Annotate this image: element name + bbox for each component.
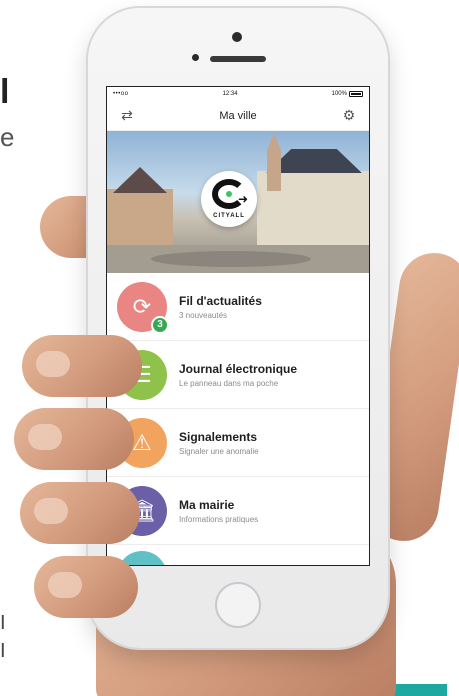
- home-button[interactable]: [215, 582, 261, 628]
- menu-item-title: Signalements: [179, 429, 258, 444]
- cityall-logo: ➜ CITYALL: [201, 171, 257, 227]
- earpiece-speaker: [210, 56, 266, 62]
- battery-icon: [348, 91, 363, 97]
- navigation-bar: ⇄ Ma ville ⚙: [107, 101, 369, 131]
- cityall-logo-text: CITYALL: [213, 213, 245, 219]
- menu-item-title: Ma mairie: [179, 497, 235, 512]
- menu-item-title: Fil d'actualités: [179, 293, 262, 308]
- poster-edge-text-bottom: I: [0, 640, 6, 662]
- front-camera: [232, 32, 242, 42]
- fingernail: [34, 498, 68, 524]
- battery-percent: 100%: [331, 91, 347, 97]
- fingernail: [48, 572, 82, 598]
- hero-fountain: [151, 251, 311, 267]
- status-time: 12:34: [222, 91, 238, 97]
- reports-glyph: ⚠: [132, 429, 152, 455]
- town-hero-image: ➜ CITYALL: [107, 131, 369, 273]
- hand-finger-middle: [14, 408, 134, 470]
- poster-edge-text-second: e: [0, 122, 15, 152]
- app-screen: •••oo 12:34 100% ⇄ Ma ville ⚙ ➜ CITYALL: [106, 86, 370, 566]
- menu-item-subtitle: 3 nouveautés: [179, 310, 228, 320]
- fingernail: [28, 424, 62, 450]
- news-feed-glyph: ⟳: [132, 293, 152, 319]
- status-bar: •••oo 12:34 100%: [107, 87, 369, 101]
- hand-finger-ring: [20, 482, 140, 544]
- cityall-logo-arrow-icon: ➜: [238, 192, 249, 206]
- settings-gear-icon[interactable]: ⚙: [341, 107, 357, 124]
- hero-church-spire: [267, 133, 281, 191]
- menu-item-news-feed[interactable]: ⟳ 3 Fil d'actualités 3 nouveautés: [107, 273, 369, 341]
- menu-item-reports[interactable]: ⚠ Signalements Signaler une anomalie: [107, 409, 369, 477]
- menu-item-subtitle: Signaler une anomalie: [179, 446, 259, 456]
- cityall-logo-dot: [226, 191, 232, 197]
- battery-status: 100%: [332, 91, 363, 97]
- page-title: Ma ville: [219, 109, 257, 122]
- menu-item-electronic-journal[interactable]: ☰ Journal électronique Le panneau dans m…: [107, 341, 369, 409]
- notification-badge: 3: [151, 315, 169, 334]
- switch-city-icon[interactable]: ⇄: [119, 107, 135, 124]
- hand-finger-index: [22, 335, 142, 397]
- menu-item-title: Journal électronique: [179, 361, 298, 376]
- menu-item-subtitle: Le panneau dans ma poche: [179, 378, 279, 388]
- signal-indicator: •••oo: [113, 91, 129, 97]
- hand-finger-little: [34, 556, 138, 618]
- fingernail: [36, 351, 70, 377]
- refresh-icon: ⟳ 3: [117, 281, 169, 334]
- hero-building-left: [107, 189, 173, 247]
- poster-edge-text-top: l: [0, 73, 10, 111]
- proximity-sensor: [192, 54, 199, 61]
- poster-edge-text-lower: I: [0, 612, 6, 634]
- phone-device: •••oo 12:34 100% ⇄ Ma ville ⚙ ➜ CITYALL: [88, 8, 388, 648]
- menu-list: ⟳ 3 Fil d'actualités 3 nouveautés ☰ Jour…: [107, 273, 369, 545]
- menu-item-town-hall[interactable]: 🏛 Ma mairie Informations pratiques: [107, 477, 369, 545]
- menu-item-subtitle: Informations pratiques: [179, 514, 259, 524]
